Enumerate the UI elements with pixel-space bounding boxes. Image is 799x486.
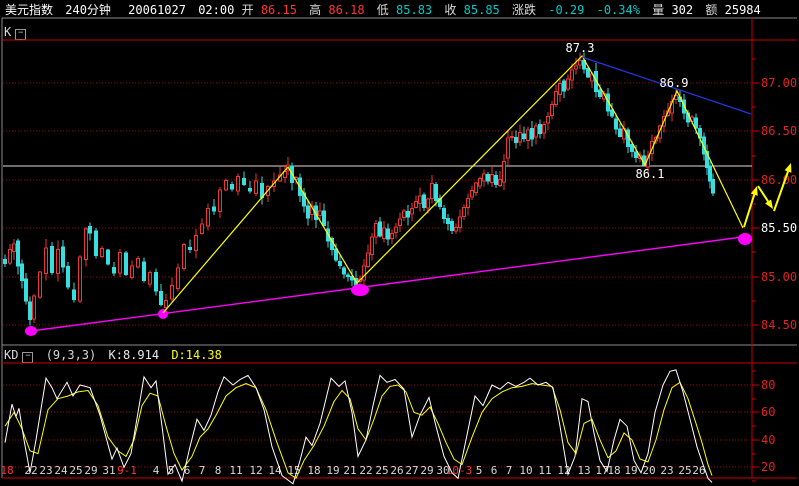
pivot-price-label: 87.3 [566,41,595,55]
x-axis-date-label: 5 [476,464,483,477]
x-axis-date-label: 19 [326,464,339,477]
x-axis-date-label: 12 [557,464,570,477]
kd-axis-label: 80 [761,378,775,392]
magenta-pivot-dot [738,233,752,245]
x-axis-date-label: 23 [660,464,673,477]
projection-arrow-head [765,199,773,209]
x-axis-date-label: 10 [519,464,532,477]
chart-canvas[interactable]: 87.0086.5086.0085.5085.0084.5087.386.986… [0,0,799,486]
y-axis-label: 85.50 [761,221,797,235]
pivot-price-label: 86.9 [660,76,689,90]
x-axis-date-label: 26 [390,464,403,477]
y-axis-label: 86.00 [761,173,797,187]
y-axis-label: 87.00 [761,76,797,90]
x-axis-date-label: 29 [84,464,97,477]
x-axis-date-label: 7 [506,464,513,477]
x-axis-date-label: 25 [69,464,82,477]
x-axis-date-label: 25 [375,464,388,477]
x-axis-date-label: 18 [607,464,620,477]
y-axis-label: 86.50 [761,124,797,138]
y-axis-label: 85.00 [761,270,797,284]
projection-arrow-shaft [757,185,769,203]
magenta-trendline [30,235,751,332]
magenta-pivot-dot [25,326,37,336]
magenta-pivot-dot [158,309,168,319]
x-axis-date-label: 12 [249,464,262,477]
x-axis-date-label: 25 [678,464,691,477]
x-axis-date-label: 20 [642,464,655,477]
x-axis-date-label: 18 [307,464,320,477]
magenta-pivot-dot [351,284,369,296]
kd-axis-label: 60 [761,405,775,419]
x-axis-date-label: 18 [0,464,13,477]
kd-axis-label: 40 [761,433,775,447]
x-axis-date-label: 31 [102,464,115,477]
y-axis-label: 84.50 [761,318,797,332]
x-axis-date-label: 4 [153,464,160,477]
x-axis-date-label: 11 [229,464,242,477]
x-axis-date-label: 27 [405,464,418,477]
x-axis-date-label: 11 [538,464,551,477]
x-axis-date-label: 9-1 [117,464,137,477]
x-axis-date-label: 6 [491,464,498,477]
x-axis-date-label: 24 [54,464,68,477]
projection-arrow-head [784,163,792,173]
kd-axis-label: 20 [761,460,775,474]
x-axis-date-label: 29 [420,464,433,477]
x-axis-date-label: 22 [359,464,372,477]
x-axis-date-label: 8 [215,464,222,477]
chart-app-window: 美元指数 240分钟 20061027 02:00 开 86.15 高 86.1… [0,0,799,486]
x-axis-date-label: 13 [577,464,590,477]
x-axis-date-label: 7 [199,464,206,477]
projection-arrow-shaft [743,194,756,228]
pivot-price-label: 86.1 [636,167,665,181]
x-axis-date-label: 23 [39,464,52,477]
x-axis-date-label: 21 [343,464,356,477]
x-axis-date-label: 19 [624,464,637,477]
